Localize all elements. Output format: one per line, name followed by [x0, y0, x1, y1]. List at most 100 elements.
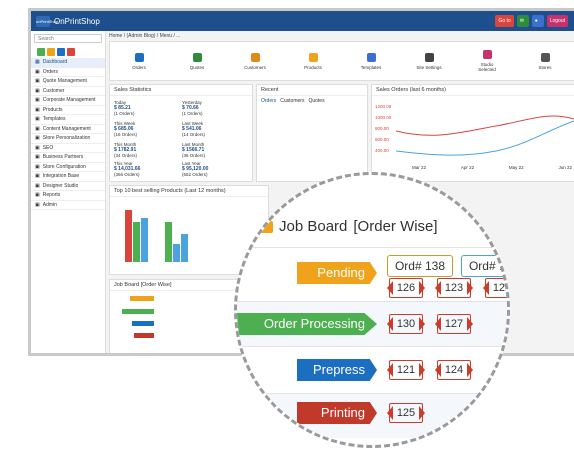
stage-tag-prepress[interactable]: Prepress: [297, 359, 377, 381]
job-badge[interactable]: 122: [483, 278, 507, 298]
stage-tag-printing[interactable]: Printing: [297, 402, 377, 424]
stage-tag-pending[interactable]: Pending: [297, 262, 377, 284]
tab-customers[interactable]: Customers: [280, 98, 304, 104]
tab-orders[interactable]: Orders: [261, 98, 276, 104]
series-line-blue: [396, 120, 574, 156]
template-icon: [366, 52, 376, 62]
stat-this-year: This Year $ 14,031.66 (366 Orders): [114, 161, 141, 177]
quick-products-button[interactable]: Products: [298, 52, 328, 70]
sales-orders-panel: Sales Orders (last 6 months) 1200.00 100…: [371, 84, 574, 182]
plug-icon: ▣: [35, 173, 40, 179]
brush-icon: ▣: [35, 182, 40, 189]
tab-quotes[interactable]: Quotes: [308, 98, 324, 104]
cart-icon: [134, 52, 144, 62]
top-bar: onPrintShop OnPrintShop Go to ✉ ● Logout: [31, 11, 574, 31]
sidebar-item-designer[interactable]: ▣ Designer Studio: [31, 182, 105, 191]
quick-studio-button[interactable]: Studio Selected: [472, 50, 502, 72]
mini-stage-prepress: [132, 321, 154, 326]
user-icon: ▣: [35, 87, 40, 94]
swatch-orange[interactable]: [47, 48, 55, 56]
sidebar-item-store-personalization[interactable]: ▣ Store Personalization: [31, 134, 105, 144]
sidebar-item-content[interactable]: ▣ Content Management: [31, 125, 105, 134]
panel-title: Sales Statistics: [110, 85, 252, 96]
seo-icon: ▣: [35, 144, 40, 151]
logout-button[interactable]: Logout: [546, 15, 568, 27]
sales-statistics-panel: Sales Statistics Today $ 85.21 (1 Orders) …: [109, 84, 253, 182]
sidebar-item-store-config[interactable]: ▣ Store Configuration: [31, 163, 105, 172]
sidebar-item-partners[interactable]: ▣ Business Partners: [31, 153, 105, 163]
job-row-order-processing: Order Processing 130 127: [237, 302, 507, 346]
sidebar-item-corporate[interactable]: ▣ Corporate Management: [31, 96, 105, 106]
panel-title: Recent: [257, 85, 367, 96]
job-row-pending: Pending Ord# 138 Ord# 137 126 123 122: [237, 251, 507, 298]
folder-icon: [257, 217, 273, 233]
quick-templates-button[interactable]: Templates: [356, 52, 386, 70]
swatch-blue[interactable]: [57, 48, 65, 56]
template-icon: ▣: [35, 116, 40, 122]
sidebar-item-customer[interactable]: ▣ Customer: [31, 87, 105, 96]
job-badge[interactable]: 123: [435, 278, 473, 298]
quick-site-settings-button[interactable]: Site Settings: [414, 52, 444, 70]
store-icon: [540, 52, 550, 62]
quote-icon: [192, 52, 202, 62]
quote-icon: ▣: [35, 78, 40, 84]
search-input[interactable]: Search: [34, 34, 102, 43]
job-row-printing: Printing 125: [237, 394, 507, 438]
breadcrumb: Home / (Admin Blog) / Menu / ...: [109, 33, 181, 39]
tag-icon: [308, 52, 318, 62]
quick-customers-button[interactable]: Customers: [240, 52, 270, 70]
job-badge[interactable]: 125: [387, 403, 425, 423]
bar: [173, 244, 180, 262]
tag-icon: ▣: [35, 106, 40, 113]
user-icon: [250, 52, 260, 62]
order-badge[interactable]: Ord# 138: [387, 255, 453, 277]
bar: [165, 222, 172, 262]
sidebar-item-orders[interactable]: ▣ Orders: [31, 68, 105, 77]
admin-icon: ▣: [35, 201, 40, 208]
job-badge[interactable]: 127: [435, 314, 473, 334]
order-badge[interactable]: Ord# 137: [461, 255, 507, 277]
y-axis-ticks: 1200.00 1000.00 800.00 600.00 400.00: [375, 104, 392, 153]
bell-icon[interactable]: ●: [531, 15, 544, 27]
sales-orders-lines: [396, 115, 574, 156]
quick-quotes-button[interactable]: Quotes: [182, 52, 212, 70]
partner-icon: ▣: [35, 154, 40, 160]
swatch-red[interactable]: [67, 48, 75, 56]
stat-yesterday: Yesterday $ 70.66 (1 Orders): [182, 100, 203, 116]
building-icon: ▣: [35, 97, 40, 103]
report-icon: ▣: [35, 192, 40, 198]
bar: [181, 234, 188, 262]
quick-orders-button[interactable]: Orders: [124, 52, 154, 70]
recent-panel: Recent Orders Customers Quotes: [256, 84, 368, 182]
sidebar-item-seo[interactable]: ▣ SEO: [31, 144, 105, 153]
brand-name: OnPrintShop: [54, 16, 100, 26]
content-icon: ▣: [35, 125, 40, 132]
panel-title: Sales Orders (last 6 months): [372, 85, 574, 96]
sidebar-item-products[interactable]: ▣ Products: [31, 106, 105, 115]
sidebar-item-templates[interactable]: ▣ Templates: [31, 115, 105, 125]
gear-icon: [424, 52, 434, 62]
job-badge[interactable]: 124: [435, 360, 473, 380]
sidebar-item-reports[interactable]: ▣ Reports: [31, 191, 105, 201]
bar: [125, 210, 132, 262]
sidebar-item-admin[interactable]: ▣ Admin: [31, 201, 105, 210]
logo-mark: onPrintShop: [36, 15, 58, 27]
logo[interactable]: onPrintShop OnPrintShop: [31, 15, 106, 27]
divider: [237, 346, 507, 347]
quick-stores-button[interactable]: Stores: [530, 52, 560, 70]
store-icon: ▣: [35, 135, 40, 141]
stage-tag-order-processing[interactable]: Order Processing: [237, 313, 377, 335]
job-badge[interactable]: 121: [387, 360, 425, 380]
job-badge[interactable]: 126: [387, 278, 425, 298]
job-badge[interactable]: 130: [387, 314, 425, 334]
go-to-button[interactable]: Go to: [495, 15, 514, 27]
bar: [133, 222, 140, 262]
chat-icon[interactable]: ✉: [516, 15, 529, 27]
sidebar-item-quotes[interactable]: ▣ Quote Management: [31, 77, 105, 87]
sidebar-item-dashboard[interactable]: ▦ Dashboard: [31, 58, 105, 68]
swatch-green[interactable]: [37, 48, 45, 56]
x-axis-ticks: Mar 22 Apr 22 May 22 Jun 22: [412, 165, 572, 170]
config-icon: ▣: [35, 163, 40, 170]
quick-links: Orders Quotes Customers Products Templat…: [109, 41, 574, 81]
sidebar-item-integration[interactable]: ▣ Integration Base: [31, 172, 105, 182]
